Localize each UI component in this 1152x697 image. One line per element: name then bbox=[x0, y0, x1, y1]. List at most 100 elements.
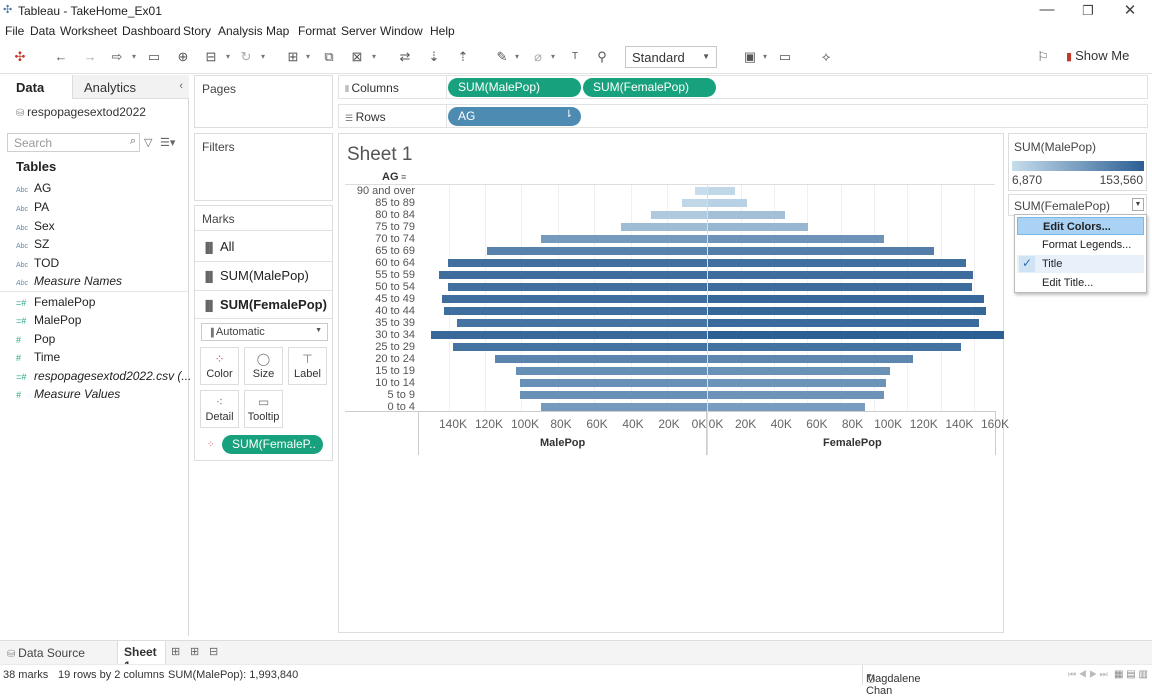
data-source-item[interactable]: ⛁ respopagesextod2022 bbox=[16, 105, 146, 119]
size-button[interactable]: ◯ Size bbox=[244, 347, 283, 385]
show-me-button[interactable]: ▮ Show Me bbox=[1066, 48, 1129, 63]
new-story-icon[interactable]: ⊟ bbox=[209, 645, 218, 658]
columns-pill-malepop[interactable]: SUM(MalePop) bbox=[448, 78, 581, 97]
menu-story[interactable]: Story bbox=[183, 24, 211, 38]
tableau-home-icon[interactable]: ✣ bbox=[11, 50, 29, 64]
bar-malepop[interactable] bbox=[681, 199, 707, 207]
bar-malepop[interactable] bbox=[541, 235, 707, 243]
share-icon[interactable]: ⟡ bbox=[817, 50, 835, 64]
tooltip-button[interactable]: ▭ Tooltip bbox=[244, 390, 283, 428]
bar-femalepop[interactable] bbox=[708, 247, 935, 255]
marks-malepop[interactable]: ▐▌ SUM(MalePop) bbox=[202, 268, 309, 283]
menu-title[interactable]: ✓ Title bbox=[1017, 255, 1144, 273]
marks-femalepop[interactable]: ▐▌ SUM(FemalePop) bbox=[202, 297, 327, 312]
bar-malepop[interactable] bbox=[519, 379, 707, 387]
minimize-button[interactable]: — bbox=[1027, 1, 1067, 18]
row-header-ag[interactable]: AG ≡ bbox=[382, 171, 406, 183]
highlight-icon[interactable]: ✎ bbox=[493, 50, 511, 64]
bar-femalepop[interactable] bbox=[708, 187, 735, 195]
bar-femalepop[interactable] bbox=[708, 343, 961, 351]
menu-format-legends[interactable]: Format Legends... bbox=[1017, 236, 1144, 254]
restore-button[interactable]: ❐ bbox=[1068, 3, 1108, 19]
field-sex[interactable]: Abc Sex bbox=[16, 219, 55, 233]
menu-server[interactable]: Server bbox=[341, 24, 376, 38]
mark-type-dropdown[interactable]: ▐ Automatic ▼ bbox=[201, 323, 328, 341]
detail-button[interactable]: ⁖ Detail bbox=[200, 390, 239, 428]
bar-femalepop[interactable] bbox=[708, 295, 985, 303]
pages-card[interactable]: Pages bbox=[194, 75, 333, 128]
collapse-icon[interactable]: ‹ bbox=[179, 80, 183, 92]
close-button[interactable]: ✕ bbox=[1110, 1, 1150, 19]
bar-malepop[interactable] bbox=[444, 307, 707, 315]
bar-malepop[interactable] bbox=[487, 247, 707, 255]
view-options-icon[interactable]: ☰▾ bbox=[160, 136, 175, 149]
menu-worksheet[interactable]: Worksheet bbox=[60, 24, 117, 38]
legend-menu-button[interactable]: ▼ bbox=[1132, 198, 1144, 211]
fit-dropdown[interactable]: Standard ▼ bbox=[625, 46, 717, 68]
refresh-icon[interactable]: ↻ bbox=[237, 50, 255, 64]
color-button[interactable]: ⁘ Color bbox=[200, 347, 239, 385]
sign-icon[interactable]: ⚐ bbox=[1034, 50, 1052, 64]
bar-malepop[interactable] bbox=[447, 283, 707, 291]
bar-malepop[interactable] bbox=[456, 319, 707, 327]
bar-femalepop[interactable] bbox=[708, 259, 967, 267]
bar-femalepop[interactable] bbox=[708, 367, 890, 375]
bar-malepop[interactable] bbox=[651, 211, 707, 219]
bar-malepop[interactable] bbox=[519, 391, 707, 399]
menu-help[interactable]: Help bbox=[430, 24, 455, 38]
bar-malepop[interactable] bbox=[453, 343, 707, 351]
duplicate-icon[interactable]: ⧉ bbox=[320, 50, 338, 64]
bar-femalepop[interactable] bbox=[708, 319, 979, 327]
undo-icon[interactable]: ← bbox=[52, 50, 70, 64]
rows-pill-ag[interactable]: AG ⇂ bbox=[448, 107, 581, 126]
field-ag[interactable]: Abc AG bbox=[16, 181, 51, 195]
field-tod[interactable]: Abc TOD bbox=[16, 256, 59, 270]
bar-malepop[interactable] bbox=[442, 295, 707, 303]
replay-icon[interactable]: ⇨ bbox=[108, 50, 126, 64]
clear-sheet-icon[interactable]: ⊠ bbox=[348, 50, 366, 64]
filter-icon[interactable]: ▽ bbox=[144, 136, 152, 149]
filters-card[interactable]: Filters bbox=[194, 133, 333, 201]
bar-malepop[interactable] bbox=[516, 367, 707, 375]
swap-icon[interactable]: ⇄ bbox=[396, 50, 414, 64]
menu-analysis[interactable]: Analysis bbox=[218, 24, 263, 38]
marks-all[interactable]: ▐▌ All bbox=[202, 239, 234, 254]
view-mode-icons[interactable]: ▦ ▤ ▥ bbox=[1114, 669, 1148, 680]
new-worksheet-icon[interactable]: ⊞ bbox=[171, 645, 180, 658]
bar-femalepop[interactable] bbox=[708, 235, 885, 243]
bar-femalepop[interactable] bbox=[708, 379, 887, 387]
new-dashboard-icon[interactable]: ⊞ bbox=[190, 645, 199, 658]
pin-icon[interactable]: ⚲ bbox=[593, 50, 611, 64]
menu-edit-title[interactable]: Edit Title... bbox=[1017, 274, 1144, 292]
field-record-count[interactable]: =# respopagesextod2022.csv (... bbox=[16, 369, 191, 383]
bar-femalepop[interactable] bbox=[708, 391, 885, 399]
field-measure-names[interactable]: Abc Measure Names bbox=[16, 274, 122, 288]
legend-femalepop[interactable]: SUM(FemalePop) ▼ bbox=[1008, 194, 1147, 216]
tab-data[interactable]: Data bbox=[0, 75, 72, 99]
menu-edit-colors[interactable]: Edit Colors... bbox=[1017, 217, 1144, 235]
bar-femalepop[interactable] bbox=[708, 271, 974, 279]
sort-asc-icon[interactable]: ⇣ bbox=[425, 50, 443, 64]
save-icon[interactable]: ▭ bbox=[145, 50, 163, 64]
tab-analytics[interactable]: Analytics ‹ bbox=[72, 75, 189, 99]
field-malepop[interactable]: =# MalePop bbox=[16, 313, 81, 327]
field-femalepop[interactable]: =# FemalePop bbox=[16, 295, 95, 309]
bar-femalepop[interactable] bbox=[708, 355, 913, 363]
new-datasource-icon[interactable]: ⊕ bbox=[174, 50, 192, 64]
bar-malepop[interactable] bbox=[447, 259, 707, 267]
group-icon[interactable]: ⌀ bbox=[529, 50, 547, 64]
columns-shelf[interactable]: ⦀ Columns SUM(MalePop) SUM(FemalePop) bbox=[338, 75, 1148, 99]
search-input[interactable]: Search ⌕ bbox=[7, 133, 140, 152]
label-button[interactable]: ⊤ Label bbox=[288, 347, 327, 385]
field-measure-values[interactable]: # Measure Values bbox=[16, 387, 120, 401]
bar-malepop[interactable] bbox=[541, 403, 707, 411]
menu-window[interactable]: Window bbox=[380, 24, 423, 38]
bar-femalepop[interactable] bbox=[708, 199, 748, 207]
pause-updates-icon[interactable]: ⊟ bbox=[202, 50, 220, 64]
bar-femalepop[interactable] bbox=[708, 331, 1004, 339]
bar-femalepop[interactable] bbox=[708, 307, 986, 315]
bar-femalepop[interactable] bbox=[708, 211, 785, 219]
redo-icon[interactable]: → bbox=[81, 50, 99, 64]
presentation-icon[interactable]: ▭ bbox=[776, 50, 794, 64]
bar-malepop[interactable] bbox=[430, 331, 707, 339]
